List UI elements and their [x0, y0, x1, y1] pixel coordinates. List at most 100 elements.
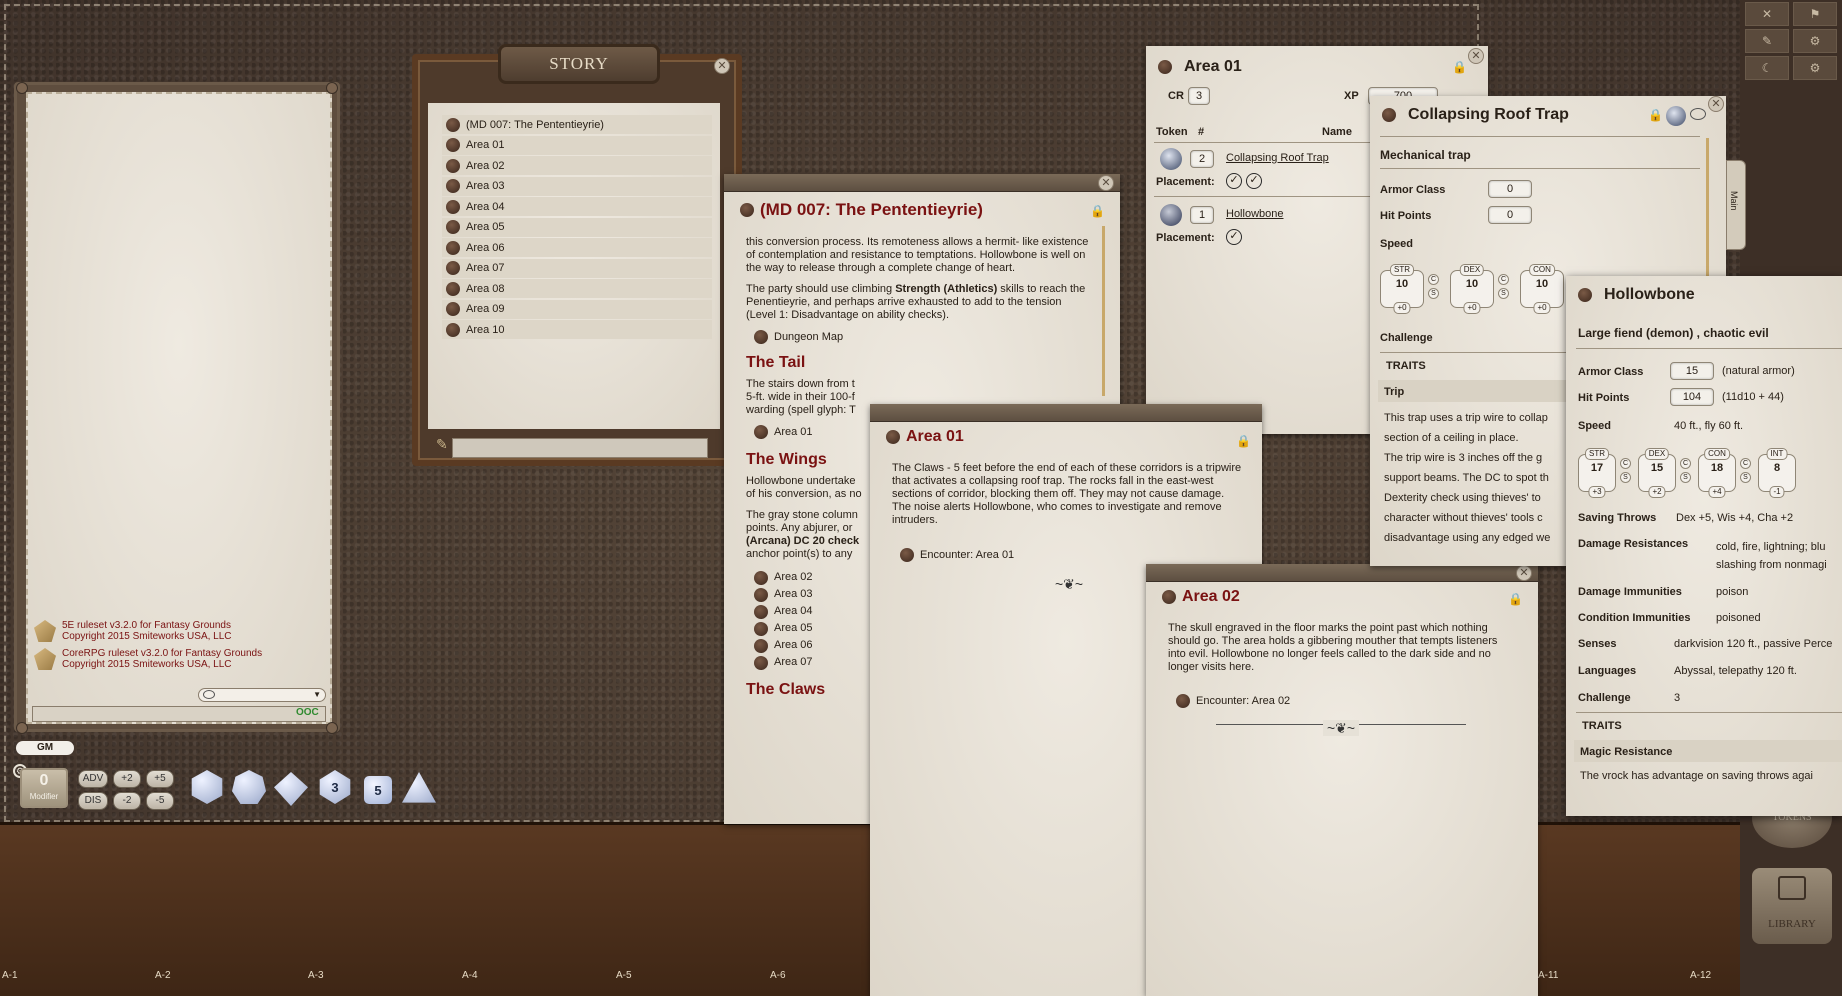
col-name: Name — [1322, 126, 1352, 138]
md007-scrollbar[interactable] — [1102, 226, 1105, 396]
placement-check-icon[interactable]: ✓ — [1226, 173, 1242, 189]
int-stat[interactable]: INT 8 -1 — [1758, 448, 1796, 498]
placement-check-icon[interactable]: ✓ — [1226, 229, 1242, 245]
ac-value[interactable]: 0 — [1488, 180, 1532, 198]
speed-value: 40 ft., fly 60 ft. — [1674, 420, 1744, 432]
trap-type: Mechanical trap — [1380, 148, 1471, 162]
check-save-icon[interactable]: C — [1620, 458, 1631, 469]
dock-tool-button[interactable]: ⚙ — [1793, 29, 1837, 53]
ooc-toggle[interactable]: OOC — [296, 707, 319, 718]
count-value[interactable]: 2 — [1190, 150, 1214, 168]
placement-label: Placement: — [1156, 176, 1215, 188]
story-item[interactable]: Area 07 — [442, 258, 712, 278]
stat-mod: +0 — [1463, 302, 1481, 314]
token-icon[interactable] — [1160, 148, 1182, 170]
lock-icon[interactable]: 🔒 — [1648, 108, 1663, 122]
check-save-icon[interactable]: C — [1428, 274, 1439, 285]
record-icon — [886, 430, 900, 444]
story-item[interactable]: (MD 007: The Pententieyrie) — [442, 115, 712, 134]
modifier-box[interactable]: 0 Modifier — [20, 768, 68, 808]
check-save-icon[interactable]: S — [1620, 472, 1631, 483]
dex-stat[interactable]: DEX 10 +0 — [1450, 264, 1494, 314]
story-close-button[interactable]: ✕ — [714, 58, 730, 74]
plus2-button[interactable]: +2 — [113, 770, 141, 788]
check-save-icon[interactable]: S — [1680, 472, 1691, 483]
token-icon[interactable] — [1160, 204, 1182, 226]
dock-tool-button[interactable]: ✕ — [1745, 2, 1789, 26]
story-item[interactable]: Area 10 — [442, 320, 712, 339]
minus2-button[interactable]: -2 — [113, 792, 141, 810]
area02-close-button[interactable]: ✕ — [1516, 565, 1532, 581]
check-save-icon[interactable]: S — [1498, 288, 1509, 299]
str-stat[interactable]: STR 17 +3 — [1578, 448, 1616, 498]
hp-value[interactable]: 0 — [1488, 206, 1532, 224]
trait-text: This trap uses a trip wire to collap sec… — [1384, 412, 1551, 544]
stat-mod: +0 — [1533, 302, 1551, 314]
md007-close-button[interactable]: ✕ — [1098, 175, 1114, 191]
identity-gm-label[interactable]: GM — [16, 741, 74, 755]
token-icon[interactable] — [1666, 106, 1686, 126]
dock-tool-button[interactable]: ⚑ — [1793, 2, 1837, 26]
chat-log[interactable]: 5E ruleset v3.2.0 for Fantasy Grounds Co… — [26, 92, 332, 724]
md007-titlebar — [724, 174, 1120, 192]
encounter-area01-link[interactable]: Encounter: Area 01 — [900, 548, 1014, 562]
story-item[interactable]: Area 08 — [442, 279, 712, 298]
link-icon — [754, 425, 768, 439]
str-stat[interactable]: STR 10 +0 — [1380, 264, 1424, 314]
story-item[interactable]: Area 04 — [442, 197, 712, 216]
ac-value[interactable]: 15 — [1670, 362, 1714, 380]
check-save-icon[interactable]: S — [1428, 288, 1439, 299]
story-item[interactable]: Area 09 — [442, 299, 712, 319]
lock-icon[interactable]: 🔒 — [1452, 60, 1467, 74]
speed-label: Speed — [1578, 420, 1612, 432]
link-icon — [754, 330, 768, 344]
dis-button[interactable]: DIS — [78, 792, 108, 810]
count-value[interactable]: 1 — [1190, 206, 1214, 224]
dock-tool-button[interactable]: ✎ — [1745, 29, 1789, 53]
encounter-npc-link[interactable]: Hollowbone — [1226, 208, 1283, 220]
flourish-divider: ~❦~ — [1216, 720, 1466, 736]
cr-value[interactable]: 3 — [1188, 87, 1210, 105]
story-item[interactable]: Area 05 — [442, 217, 712, 237]
story-filter-input[interactable] — [452, 438, 708, 458]
check-save-icon[interactable]: C — [1740, 458, 1751, 469]
chat-input[interactable] — [32, 706, 326, 722]
check-save-icon[interactable]: C — [1498, 274, 1509, 285]
con-stat[interactable]: CON 18 +4 — [1698, 448, 1736, 498]
trap-close-button[interactable]: ✕ — [1708, 96, 1724, 112]
dex-stat[interactable]: DEX 15 +2 — [1638, 448, 1676, 498]
plus5-button[interactable]: +5 — [146, 770, 174, 788]
grid-label: A-4 — [462, 970, 478, 981]
hp-value[interactable]: 104 — [1670, 388, 1714, 406]
story-item[interactable]: Area 03 — [442, 176, 712, 196]
dungeon-map-link[interactable]: Dungeon Map — [754, 330, 1094, 344]
traits-heading: TRAITS — [1386, 360, 1426, 372]
story-item-label: Area 06 — [466, 241, 505, 254]
lock-icon[interactable]: 🔒 — [1236, 434, 1251, 448]
hp-label: Hit Points — [1578, 392, 1630, 404]
dock-tool-button[interactable]: ⚙ — [1793, 56, 1837, 80]
chat-mode-select[interactable]: ▼ — [198, 688, 326, 702]
d6-die-icon[interactable]: 5 — [364, 776, 392, 804]
check-save-icon[interactable]: S — [1740, 472, 1751, 483]
story-item[interactable]: Area 06 — [442, 238, 712, 257]
story-link-icon — [446, 220, 460, 234]
placement-check-icon[interactable]: ✓ — [1246, 173, 1262, 189]
adv-button[interactable]: ADV — [78, 770, 108, 788]
encounter-close-button[interactable]: ✕ — [1468, 48, 1484, 64]
trap-side-tab[interactable]: Main — [1726, 160, 1746, 250]
dock-tool-button[interactable]: ☾ — [1745, 56, 1789, 80]
ac-label: Armor Class — [1578, 366, 1644, 378]
check-save-icon[interactable]: C — [1680, 458, 1691, 469]
area01-text: The Claws - 5 feet before the end of eac… — [892, 462, 1242, 526]
encounter-npc-link[interactable]: Collapsing Roof Trap — [1226, 152, 1329, 164]
story-item[interactable]: Area 01 — [442, 135, 712, 155]
minus5-button[interactable]: -5 — [146, 792, 174, 810]
lock-icon[interactable]: 🔒 — [1090, 204, 1105, 218]
speech-bubble-icon[interactable] — [1690, 108, 1706, 120]
lock-icon[interactable]: 🔒 — [1508, 592, 1523, 606]
con-stat[interactable]: CON 10 +0 — [1520, 264, 1564, 314]
encounter-area02-link[interactable]: Encounter: Area 02 — [1176, 694, 1290, 708]
story-item[interactable]: Area 02 — [442, 156, 712, 175]
link-icon — [900, 548, 914, 562]
